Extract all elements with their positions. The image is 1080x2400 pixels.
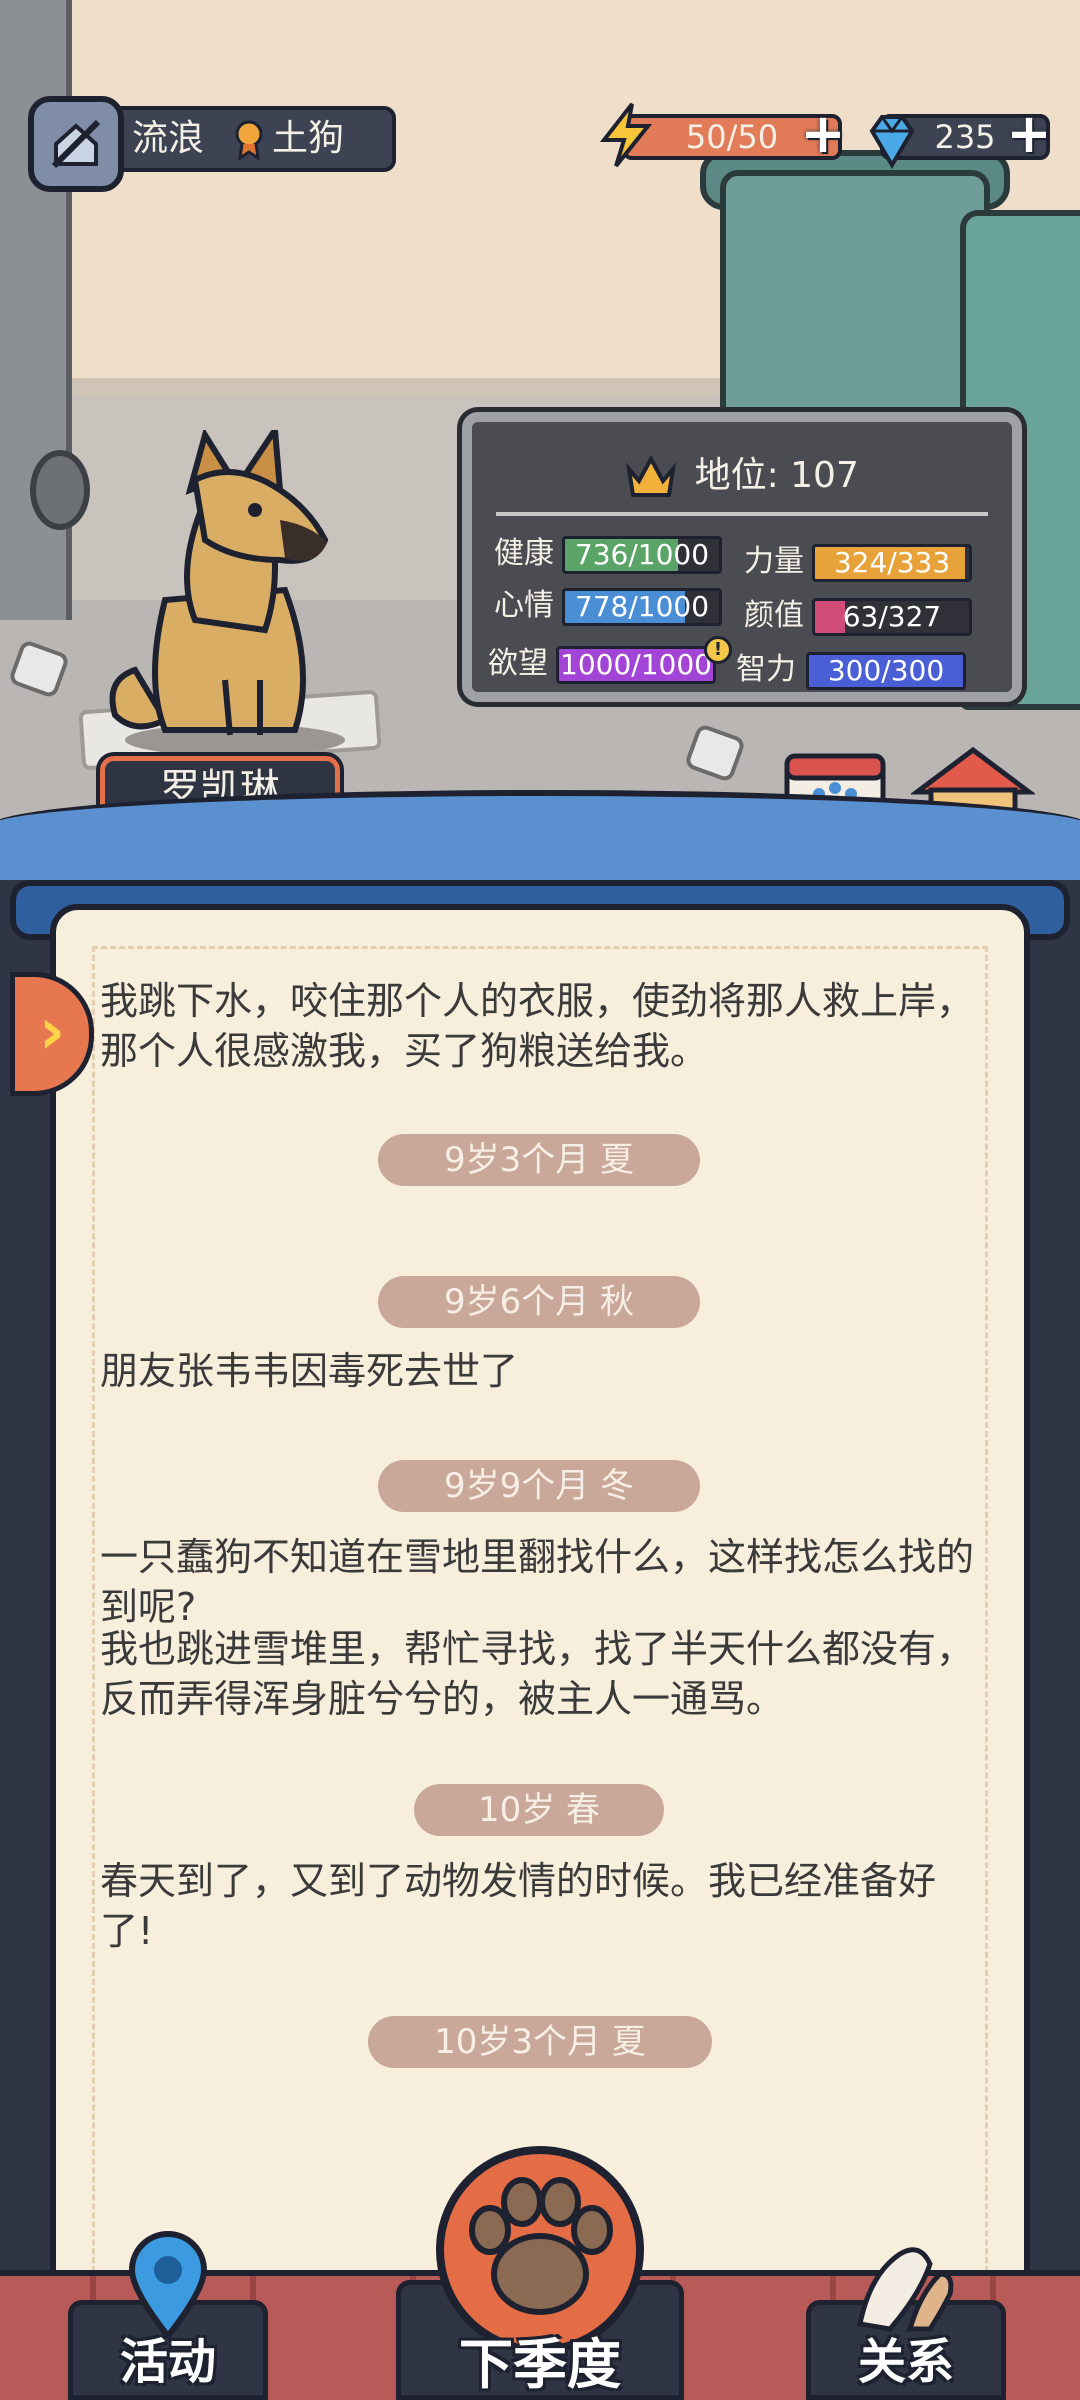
warning-icon[interactable]: ! <box>704 636 732 664</box>
add-gems-button[interactable]: + <box>1006 107 1052 161</box>
crown-icon <box>626 455 677 497</box>
pipe-ring <box>30 450 90 530</box>
looks-bar: 63/327 <box>812 598 972 636</box>
add-energy-button[interactable]: + <box>800 107 846 161</box>
desire-label: 欲望 <box>488 646 548 681</box>
frame-rim <box>0 790 1080 880</box>
divider <box>496 512 988 516</box>
age-season-chip: 9岁6个月 秋 <box>378 1276 700 1328</box>
age-season-chip: 10岁3个月 夏 <box>368 2016 712 2068</box>
looks-label: 颜值 <box>744 598 804 633</box>
age-season-chip: 9岁9个月 冬 <box>378 1460 700 1512</box>
intellect-label: 智力 <box>736 652 796 687</box>
journal-entry: 一只蠢狗不知道在雪地里翻找什么，这样找怎么找的到呢? <box>100 1535 975 1629</box>
settings-emblem-button[interactable] <box>28 96 124 192</box>
intellect-value: 300/300 <box>827 654 945 687</box>
chevron-right-icon: › <box>38 995 66 1069</box>
breed-label: 土狗 <box>272 118 345 159</box>
journal-entry: 朋友张韦韦因毒死去世了 <box>100 1349 519 1393</box>
life-state-label: 流浪 <box>132 118 205 159</box>
diamond-icon <box>869 115 915 169</box>
desire-value: 1000/1000 <box>560 648 712 681</box>
looks-bar-fill <box>815 601 845 633</box>
desire-bar: 1000/1000 <box>556 646 716 684</box>
mood-label: 心情 <box>494 588 554 623</box>
age-season-chip: 9岁3个月 夏 <box>378 1134 700 1186</box>
intellect-bar: 300/300 <box>806 652 966 690</box>
lightning-icon <box>599 102 653 168</box>
dog-character[interactable] <box>95 430 355 760</box>
relations-label: 关系 <box>857 2334 954 2390</box>
health-value: 736/1000 <box>574 538 710 571</box>
stats-board: 地位: 107 健康 736/1000 力量 324/333 心情 778/10… <box>462 412 1022 702</box>
mood-value: 778/1000 <box>574 590 710 623</box>
age-season-chip: 10岁 春 <box>414 1784 664 1836</box>
gem-value: 235 <box>934 118 996 156</box>
looks-value: 63/327 <box>842 600 942 633</box>
status-title: 地位: 107 <box>472 446 1012 499</box>
activity-label: 活动 <box>119 2334 216 2390</box>
house-icon <box>51 119 101 169</box>
paw-icon <box>469 2177 613 2315</box>
energy-value: 50/50 <box>685 118 779 156</box>
strength-label: 力量 <box>744 544 804 579</box>
health-bar: 736/1000 <box>562 536 722 574</box>
paw-handshake-icon <box>857 2247 954 2332</box>
next-season-label: 下季度 <box>459 2333 621 2396</box>
strength-bar: 324/333 <box>812 544 972 582</box>
journal-entry: 我跳下水，咬住那个人的衣服，使劲将那人救上岸，那个人很感激我，买了狗粮送给我。 <box>100 979 975 1073</box>
journal-entry: 春天到了，又到了动物发情的时候。我已经准备好了! <box>100 1859 937 1953</box>
journal-entry: 我也跳进雪堆里，帮忙寻找，找了半天什么都没有，反而弄得浑身脏兮兮的，被主人一通骂… <box>100 1627 975 1721</box>
status-value: 地位: 107 <box>694 455 859 496</box>
medal-icon <box>235 120 263 160</box>
health-label: 健康 <box>494 536 554 571</box>
mood-bar: 778/1000 <box>562 588 722 626</box>
strength-value: 324/333 <box>833 546 951 579</box>
